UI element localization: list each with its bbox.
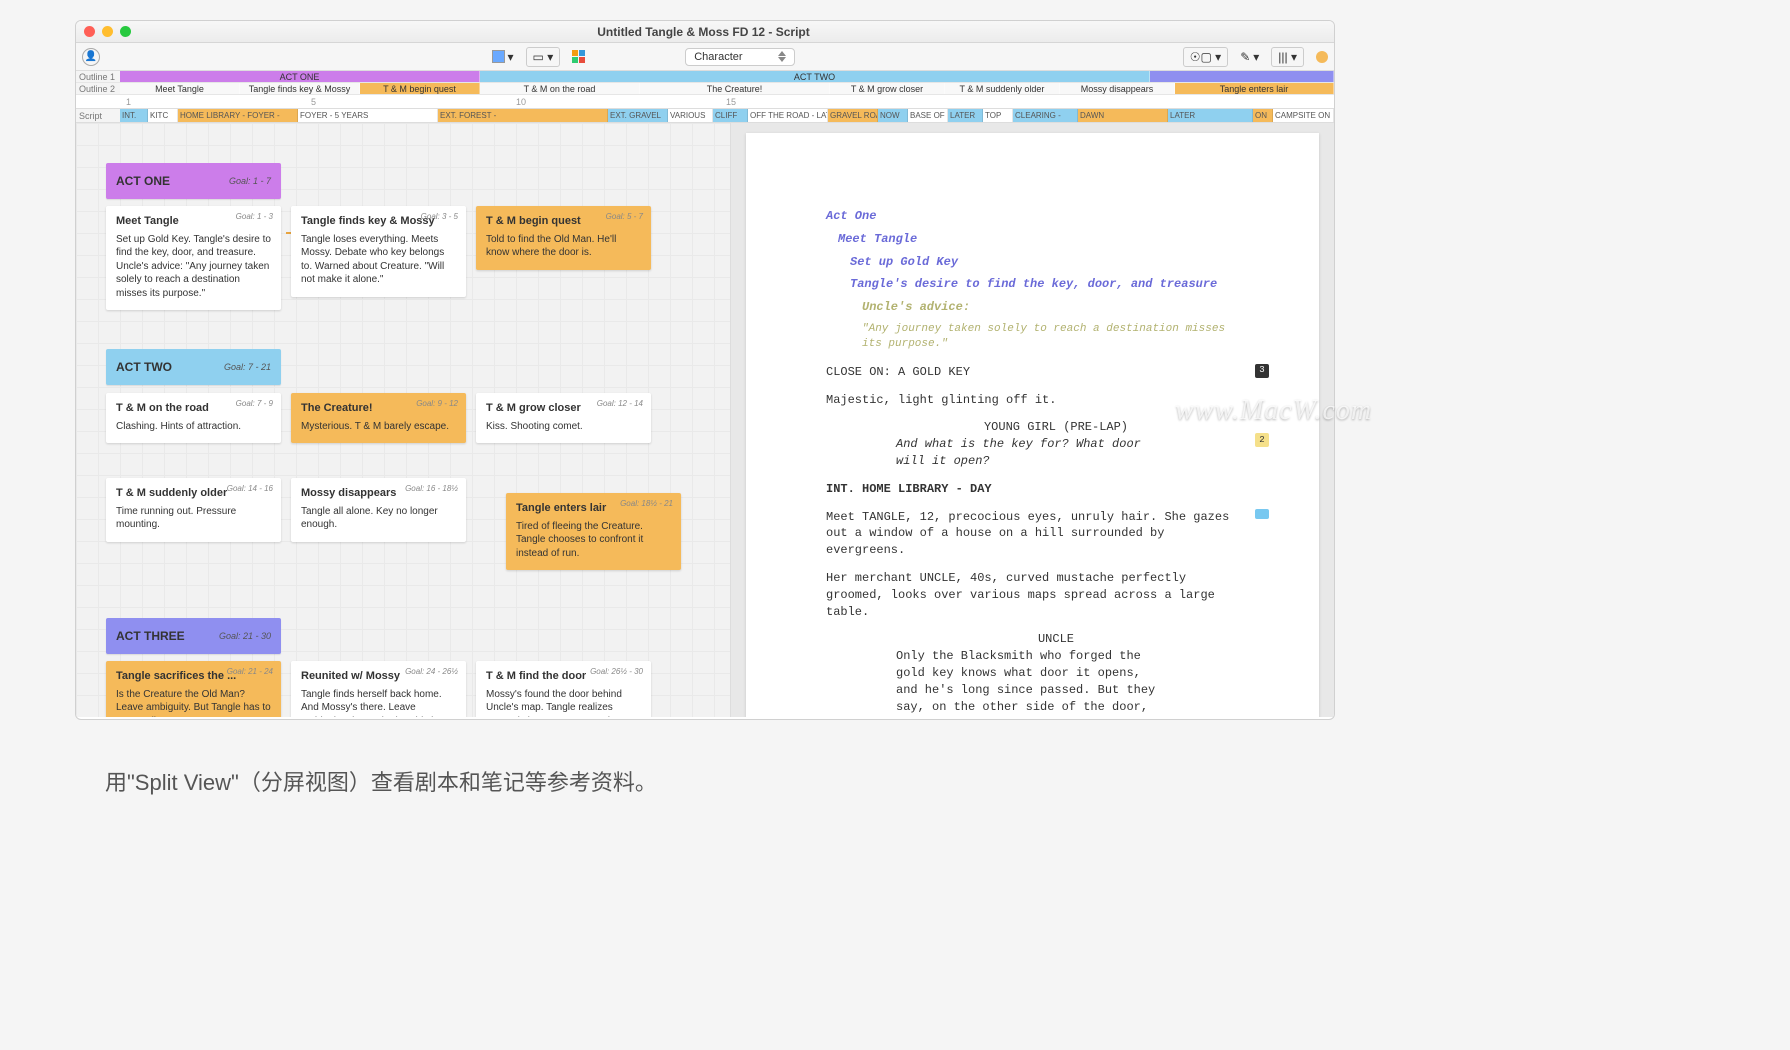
scene-segment[interactable]: GRAVEL ROAD [828, 109, 878, 122]
outline1-label: Outline 1 [76, 71, 120, 82]
outline2-segment[interactable]: T & M grow closer [830, 83, 945, 94]
revision-marker[interactable]: 2 [1255, 433, 1269, 447]
app-window: Untitled Tangle & Moss FD 12 - Script 👤 … [75, 20, 1335, 720]
outline-heading: Tangle's desire to find the key, door, a… [850, 276, 1239, 293]
script-pane[interactable]: Act One Meet Tangle Set up Gold Key Tang… [731, 123, 1334, 717]
beat-card[interactable]: Meet TangleGoal: 1 - 3Set up Gold Key. T… [106, 206, 281, 310]
split-view: ACT ONEGoal: 1 - 7 Meet TangleGoal: 1 - … [76, 123, 1334, 717]
scene-segment[interactable]: VARIOUS [668, 109, 713, 122]
action-line: Meet TANGLE, 12, precocious eyes, unruly… [826, 509, 1239, 559]
status-dot[interactable] [1316, 51, 1328, 63]
act-header-two[interactable]: ACT TWOGoal: 7 - 21 [106, 349, 281, 385]
maximize-icon[interactable] [120, 26, 131, 37]
scene-segment[interactable]: CLEARING - [1013, 109, 1078, 122]
outline2-segment[interactable]: T & M suddenly older [945, 83, 1060, 94]
outline1-segment[interactable] [1150, 71, 1334, 82]
beat-card[interactable]: T & M grow closerGoal: 12 - 14Kiss. Shoo… [476, 393, 651, 443]
scene-segment[interactable]: LATER [1168, 109, 1253, 122]
palette-button[interactable] [568, 48, 589, 65]
dialogue: And what is the key for? What doorwill i… [896, 436, 1156, 470]
columns-button[interactable]: ||| ▾ [1271, 47, 1304, 67]
close-icon[interactable] [84, 26, 95, 37]
character-cue: UNCLE [946, 631, 1166, 648]
outline2-segment[interactable]: Tangle enters lair [1175, 83, 1334, 94]
beat-card[interactable]: Mossy disappearsGoal: 16 - 18½Tangle all… [291, 478, 466, 542]
script-page[interactable]: Act One Meet Tangle Set up Gold Key Tang… [746, 133, 1319, 717]
scene-segment[interactable]: BASE OF [908, 109, 948, 122]
layout-button[interactable]: ▭ ▾ [526, 47, 561, 67]
beat-card[interactable]: T & M begin questGoal: 5 - 7Told to find… [476, 206, 651, 270]
beat-card[interactable]: Tangle sacrifices the ...Goal: 21 - 24Is… [106, 661, 281, 717]
scene-segment[interactable]: NOW [878, 109, 908, 122]
color-picker-button[interactable]: ▾ [488, 48, 518, 66]
outline-heading: Act One [826, 208, 1239, 225]
action-line: CLOSE ON: A GOLD KEY [826, 364, 1239, 381]
outline2-segment[interactable]: T & M begin quest [360, 83, 480, 94]
outline2-label: Outline 2 [76, 83, 120, 94]
scene-segment[interactable]: FOYER - 5 YEARS [298, 109, 438, 122]
outline2-segment[interactable]: Tangle finds key & Mossy [240, 83, 360, 94]
window-controls [84, 26, 131, 37]
user-icon[interactable]: 👤 [82, 48, 100, 66]
beat-card[interactable]: T & M suddenly olderGoal: 14 - 16Time ru… [106, 478, 281, 542]
revision-marker[interactable]: 3 [1255, 364, 1269, 378]
outline2-segment[interactable]: T & M on the road [480, 83, 640, 94]
outline-heading: Meet Tangle [838, 231, 1239, 248]
scene-segment[interactable]: TOP [983, 109, 1013, 122]
checkbox-tool-button[interactable]: ☉▢ ▾ [1183, 47, 1228, 67]
scene-segment[interactable]: LATER [948, 109, 983, 122]
window-title: Untitled Tangle & Moss FD 12 - Script [131, 25, 1276, 39]
scene-segment[interactable]: CAMPSITE ON BACK [1273, 109, 1334, 122]
outline1-segment[interactable]: ACT ONE [120, 71, 480, 82]
outline2-segment[interactable]: Mossy disappears [1060, 83, 1175, 94]
element-dropdown-label: Character [694, 51, 742, 63]
revision-flag-icon[interactable] [1255, 509, 1269, 519]
outline-quote: "Any journey taken solely to reach a des… [862, 322, 1239, 353]
titlebar: Untitled Tangle & Moss FD 12 - Script [76, 21, 1334, 43]
script-label: Script [76, 109, 120, 122]
beat-card[interactable]: T & M find the doorGoal: 26½ - 30Mossy's… [476, 661, 651, 717]
beat-board[interactable]: ACT ONEGoal: 1 - 7 Meet TangleGoal: 1 - … [76, 123, 730, 717]
character-cue: YOUNG GIRL (PRE-LAP) [946, 419, 1166, 436]
action-line: Her merchant UNCLE, 40s, curved mustache… [826, 570, 1239, 620]
act-header-one[interactable]: ACT ONEGoal: 1 - 7 [106, 163, 281, 199]
beat-card[interactable]: T & M on the roadGoal: 7 - 9Clashing. Hi… [106, 393, 281, 443]
navigator: Outline 1 ACT ONEACT TWO Outline 2 Meet … [76, 71, 1334, 123]
outline2-row[interactable]: Outline 2 Meet TangleTangle finds key & … [76, 83, 1334, 95]
scene-strip[interactable]: Script INT.KITCHOME LIBRARY - FOYER -FOY… [76, 109, 1334, 123]
outline2-segment[interactable]: The Creature! [640, 83, 830, 94]
page-ruler: 151015 [76, 95, 1334, 109]
scene-heading: INT. HOME LIBRARY - DAY [826, 481, 1239, 498]
scene-segment[interactable]: EXT. GRAVEL [608, 109, 668, 122]
element-dropdown[interactable]: Character [685, 48, 795, 66]
scene-segment[interactable]: CLIFF [713, 109, 748, 122]
marker-icon: ✎ [1240, 50, 1250, 64]
scene-segment[interactable]: DAWN [1078, 109, 1168, 122]
outline-heading: Uncle's advice: [862, 299, 1239, 316]
minimize-icon[interactable] [102, 26, 113, 37]
scene-segment[interactable]: EXT. FOREST - [438, 109, 608, 122]
scene-segment[interactable]: OFF THE ROAD - LATER [748, 109, 828, 122]
outline1-segment[interactable]: ACT TWO [480, 71, 1150, 82]
outline1-row[interactable]: Outline 1 ACT ONEACT TWO [76, 71, 1334, 83]
act-header-three[interactable]: ACT THREEGoal: 21 - 30 [106, 618, 281, 654]
beat-board-pane[interactable]: ACT ONEGoal: 1 - 7 Meet TangleGoal: 1 - … [76, 123, 731, 717]
outline-heading: Set up Gold Key [850, 254, 1239, 271]
beat-card[interactable]: Tangle enters lairGoal: 18½ - 21Tired of… [506, 493, 681, 570]
toolbar: 👤 ▾ ▭ ▾ Character ☉▢ ▾ ✎ ▾ ||| ▾ [76, 43, 1334, 71]
action-line: Majestic, light glinting off it. [826, 392, 1239, 409]
beat-card[interactable]: Reunited w/ MossyGoal: 24 - 26½Tangle fi… [291, 661, 466, 717]
scene-segment[interactable]: HOME LIBRARY - FOYER - [178, 109, 298, 122]
dialogue: Only the Blacksmith who forged the gold … [896, 648, 1156, 717]
scene-segment[interactable]: INT. [120, 109, 148, 122]
scene-segment[interactable]: ON [1253, 109, 1273, 122]
caption-text: 用"Split View"（分屏视图）查看剧本和笔记等参考资料。 [105, 765, 657, 797]
scene-segment[interactable]: KITC [148, 109, 178, 122]
outline2-segment[interactable]: Meet Tangle [120, 83, 240, 94]
beat-card[interactable]: The Creature!Goal: 9 - 12Mysterious. T &… [291, 393, 466, 443]
highlight-tool-button[interactable]: ✎ ▾ [1236, 48, 1263, 66]
beat-card[interactable]: Tangle finds key & MossyGoal: 3 - 5Tangl… [291, 206, 466, 297]
